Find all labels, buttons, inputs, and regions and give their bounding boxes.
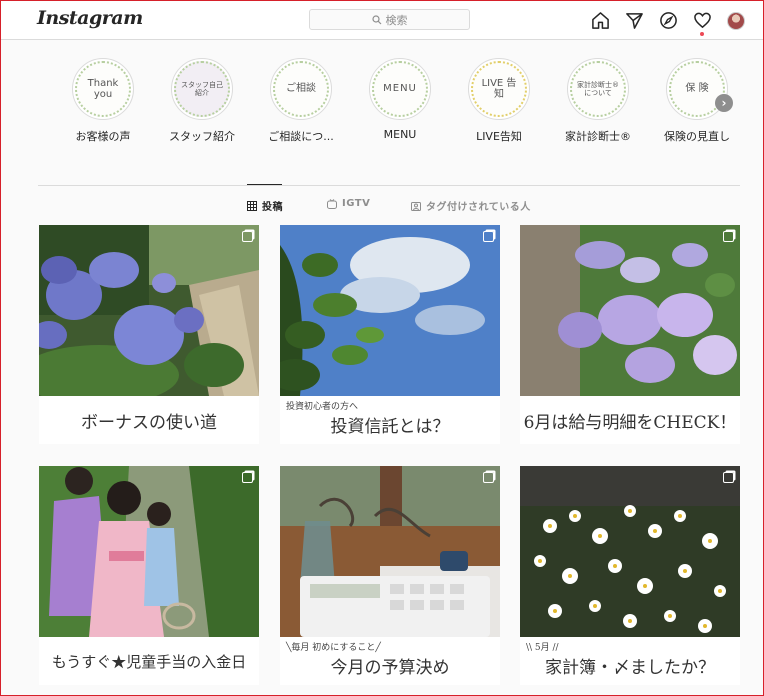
highlight-label: LIVE告知 bbox=[476, 130, 522, 143]
highlight-cover-text: スタッフ自己紹介 bbox=[174, 61, 230, 117]
multiple-posts-icon bbox=[483, 472, 494, 483]
tab-igtv[interactable]: IGTV bbox=[327, 198, 370, 209]
tabs-divider bbox=[38, 185, 740, 186]
post-caption: もうすぐ★児童手当の入金日 bbox=[51, 652, 247, 671]
tab-igtv-label: IGTV bbox=[342, 198, 371, 209]
highlight-label: MENU bbox=[383, 128, 417, 141]
highlight-cover-text: Thank you bbox=[75, 61, 131, 117]
post-caption: ボーナスの使い道 bbox=[81, 412, 217, 433]
highlight-label: ご相談につ... bbox=[268, 130, 334, 143]
highlight-cover-ring: MENU bbox=[369, 58, 431, 120]
post-image-hydrangea-purple bbox=[520, 225, 740, 396]
top-nav-bar: Instagram 検索 bbox=[1, 1, 763, 40]
highlight-menu[interactable]: MENU MENU bbox=[350, 58, 450, 141]
highlight-label: 家計診断士® bbox=[565, 130, 631, 143]
highlight-cover-ring: Thank you bbox=[72, 58, 134, 120]
instagram-logo[interactable]: Instagram bbox=[37, 7, 143, 29]
post-image-hydrangea-garden-path bbox=[39, 225, 259, 396]
grid-icon bbox=[247, 200, 257, 211]
highlight-label: お客様の声 bbox=[75, 130, 131, 143]
avatar bbox=[727, 11, 745, 30]
search-input[interactable]: 検索 bbox=[309, 9, 470, 30]
highlight-label: 保険の見直し bbox=[664, 130, 730, 143]
tag-icon bbox=[411, 201, 421, 211]
highlight-staff[interactable]: スタッフ自己紹介 スタッフ紹介 bbox=[152, 58, 252, 144]
highlight-consultation[interactable]: ご相談 ご相談につ... bbox=[251, 58, 351, 144]
story-highlights: Thank you お客様の声 スタッフ自己紹介 スタッフ紹介 ご相談 ご相談に… bbox=[71, 58, 751, 148]
tab-posts-label: 投稿 bbox=[262, 202, 283, 213]
search-placeholder: 検索 bbox=[385, 13, 408, 27]
post-caption: 家計簿・〆ましたか？ bbox=[545, 658, 715, 678]
post-image-children-in-dresses bbox=[39, 466, 259, 637]
post-caption-prefix: 投資初心者の方へ bbox=[286, 402, 359, 412]
post-tile[interactable]: ボーナスの使い道 bbox=[39, 225, 259, 444]
multiple-posts-icon bbox=[483, 231, 494, 242]
highlight-household-diagnostician[interactable]: 家計診断士® について 家計診断士® bbox=[548, 58, 648, 144]
highlights-next-button[interactable]: › bbox=[715, 94, 733, 112]
post-caption-area: 6月は給与明細をCHECK！ bbox=[520, 396, 740, 444]
highlight-cover-ring: LIVE 告知 bbox=[468, 58, 530, 120]
post-caption-area: 投資初心者の方へ 投資信託とは？ bbox=[280, 396, 500, 444]
post-tile[interactable]: ╲毎月 初めにすること╱ 今月の予算決め bbox=[280, 466, 500, 685]
notification-dot bbox=[700, 32, 704, 36]
post-caption: 6月は給与明細をCHECK！ bbox=[523, 412, 737, 433]
post-image-leaves-blue-sky bbox=[280, 225, 500, 396]
highlight-cover-ring: 家計診断士® について bbox=[567, 58, 629, 120]
post-image-white-daisies bbox=[520, 466, 740, 637]
direct-message-icon[interactable] bbox=[624, 10, 644, 30]
post-caption-area: もうすぐ★児童手当の入金日 bbox=[39, 637, 259, 685]
multiple-posts-icon bbox=[723, 231, 734, 242]
highlight-cover-ring: スタッフ自己紹介 bbox=[171, 58, 233, 120]
highlight-cover-text: ご相談 bbox=[273, 61, 329, 117]
highlight-live[interactable]: LIVE 告知 LIVE告知 bbox=[449, 58, 549, 144]
highlight-cover-text: LIVE 告知 bbox=[471, 61, 527, 117]
post-tile[interactable]: 6月は給与明細をCHECK！ bbox=[520, 225, 740, 444]
post-caption-area: \\ 5月 // 家計簿・〆ましたか？ bbox=[520, 637, 740, 685]
multiple-posts-icon bbox=[242, 231, 253, 242]
igtv-icon bbox=[327, 198, 337, 209]
post-tile[interactable]: 投資初心者の方へ 投資信託とは？ bbox=[280, 225, 500, 444]
profile-avatar[interactable] bbox=[726, 10, 746, 30]
tab-tagged[interactable]: タグ付けされている人 bbox=[411, 198, 531, 213]
post-caption-area: ╲毎月 初めにすること╱ 今月の予算決め bbox=[280, 637, 500, 685]
explore-icon[interactable] bbox=[658, 10, 678, 30]
tab-posts[interactable]: 投稿 bbox=[247, 198, 283, 213]
activity-heart-icon[interactable] bbox=[692, 10, 712, 36]
post-caption-area: ボーナスの使い道 bbox=[39, 396, 259, 444]
search-icon bbox=[371, 14, 381, 24]
highlight-label: スタッフ紹介 bbox=[169, 130, 235, 143]
active-tab-indicator bbox=[247, 184, 282, 185]
highlight-customer-voice[interactable]: Thank you お客様の声 bbox=[53, 58, 153, 144]
multiple-posts-icon bbox=[723, 472, 734, 483]
post-caption: 投資信託とは？ bbox=[330, 417, 450, 437]
post-tile[interactable]: もうすぐ★児童手当の入金日 bbox=[39, 466, 259, 685]
highlight-cover-ring: ご相談 bbox=[270, 58, 332, 120]
post-caption-prefix: \\ 5月 // bbox=[526, 643, 559, 653]
highlight-cover-text: MENU bbox=[372, 61, 428, 117]
post-caption: 今月の予算決め bbox=[330, 658, 450, 678]
tab-tagged-label: タグ付けされている人 bbox=[426, 202, 531, 213]
home-icon[interactable] bbox=[590, 10, 610, 30]
post-image-calculator-on-desk bbox=[280, 466, 500, 637]
multiple-posts-icon bbox=[242, 472, 253, 483]
post-caption-prefix: ╲毎月 初めにすること╱ bbox=[286, 643, 381, 653]
highlight-cover-text: 家計診断士® について bbox=[570, 61, 626, 117]
post-tile[interactable]: \\ 5月 // 家計簿・〆ましたか？ bbox=[520, 466, 740, 685]
